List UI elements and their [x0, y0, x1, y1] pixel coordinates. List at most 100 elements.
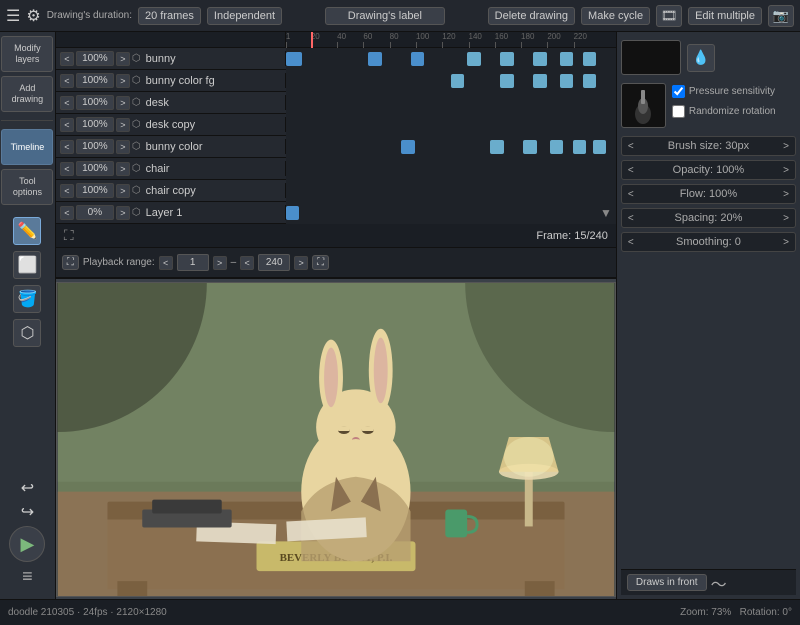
layer-arrow-left[interactable]: < [60, 74, 74, 88]
layer-lock-icon[interactable]: ⬡ [132, 185, 141, 196]
layer-arrow-left[interactable]: < [60, 118, 74, 132]
brush-size-increase[interactable]: > [783, 141, 789, 152]
drawing-label-input[interactable] [325, 7, 445, 25]
playback-expand2-btn[interactable]: ⛶ [312, 255, 329, 270]
layer-arrow-left[interactable]: < [60, 52, 74, 66]
frames-container[interactable] [286, 202, 616, 224]
layer-lock-icon[interactable]: ⬡ [132, 207, 141, 218]
brush-preview-row: Pressure sensitivity Randomize rotation [621, 83, 796, 128]
smoothing-decrease[interactable]: < [628, 237, 634, 248]
frames-container[interactable] [286, 136, 616, 158]
expand-icon[interactable]: ⛶ [64, 227, 74, 244]
film-icon-btn[interactable]: 🎞 [656, 5, 682, 27]
layer-arrow-right[interactable]: > [116, 96, 130, 110]
flow-decrease[interactable]: < [628, 189, 634, 200]
range-end-right[interactable]: > [294, 256, 308, 270]
frame-info: Frame: 15/240 [536, 230, 608, 242]
edit-multiple-btn[interactable]: Edit multiple [688, 7, 762, 25]
frames-container[interactable] [286, 180, 616, 202]
layer-arrow-right[interactable]: > [116, 206, 130, 220]
add-drawing-btn[interactable]: Add drawing [1, 76, 53, 112]
eraser-tool-icon[interactable]: ⬜ [13, 251, 41, 279]
frames-container[interactable] [286, 92, 616, 114]
layer-arrow-left[interactable]: < [60, 140, 74, 154]
center-panel: 120406080100120140160180200220240 < 100%… [56, 32, 616, 599]
wave-icon[interactable]: 〜 [711, 571, 727, 595]
frames-btn[interactable]: 20 frames [138, 7, 201, 25]
layer-name[interactable]: desk copy [143, 119, 281, 131]
spacing-increase[interactable]: > [783, 213, 789, 224]
layer-arrow-right[interactable]: > [116, 52, 130, 66]
layer-name[interactable]: bunny color [143, 141, 281, 153]
camera-icon-btn[interactable]: 📷 [768, 5, 794, 27]
playback-start-input[interactable] [177, 254, 209, 271]
lasso-tool-icon[interactable]: ⬡ [13, 319, 41, 347]
layer-controls: < 100% > ⬡ bunny color fg [56, 73, 286, 88]
layer-name[interactable]: Layer 1 [143, 207, 281, 219]
layer-name[interactable]: bunny [143, 53, 281, 65]
canvas-area[interactable]: BEVERLY BUNNY, P.I. [56, 279, 616, 599]
redo-icon[interactable]: ↪ [21, 502, 34, 522]
canvas-frame: BEVERLY BUNNY, P.I. [56, 282, 616, 597]
timeline-collapse-btn[interactable]: ▼ [600, 206, 612, 220]
pressure-checkbox[interactable] [672, 85, 685, 98]
layers-icon[interactable]: ≡ [22, 566, 33, 587]
settings-icon[interactable]: ⚙ [26, 6, 40, 26]
frames-container[interactable] [286, 158, 616, 180]
flow-row: < Flow: 100% > [621, 184, 796, 204]
eyedropper-btn[interactable]: 💧 [687, 44, 715, 72]
layer-lock-icon[interactable]: ⬡ [132, 163, 141, 174]
layer-controls: < 100% > ⬡ chair copy [56, 183, 286, 198]
layer-arrow-left[interactable]: < [60, 206, 74, 220]
delete-drawing-btn[interactable]: Delete drawing [488, 7, 575, 25]
modify-layers-btn[interactable]: Modify layers [1, 36, 53, 72]
brush-size-decrease[interactable]: < [628, 141, 634, 152]
timeline-tab[interactable]: Timeline [1, 129, 53, 165]
flow-increase[interactable]: > [783, 189, 789, 200]
smoothing-increase[interactable]: > [783, 237, 789, 248]
layer-lock-icon[interactable]: ⬡ [132, 53, 141, 64]
layer-lock-icon[interactable]: ⬡ [132, 119, 141, 130]
layer-arrow-right[interactable]: > [116, 162, 130, 176]
layer-name[interactable]: bunny color fg [143, 75, 281, 87]
layer-arrow-left[interactable]: < [60, 184, 74, 198]
layer-arrow-left[interactable]: < [60, 96, 74, 110]
layer-arrow-right[interactable]: > [116, 74, 130, 88]
layer-arrow-left[interactable]: < [60, 162, 74, 176]
frames-container[interactable] [286, 114, 616, 136]
timeline-area: 120406080100120140160180200220240 < 100%… [56, 32, 616, 279]
undo-icon[interactable]: ↩ [21, 478, 34, 498]
layer-lock-icon[interactable]: ⬡ [132, 75, 141, 86]
layer-name[interactable]: chair copy [143, 185, 281, 197]
randomize-checkbox[interactable] [672, 105, 685, 118]
range-start-left[interactable]: < [159, 256, 173, 270]
layer-name[interactable]: chair [143, 163, 281, 175]
spacing-decrease[interactable]: < [628, 213, 634, 224]
spacing-row: < Spacing: 20% > [621, 208, 796, 228]
zoom-info: Zoom: 73% Rotation: 0° [680, 607, 792, 618]
opacity-increase[interactable]: > [783, 165, 789, 176]
opacity-decrease[interactable]: < [628, 165, 634, 176]
draws-in-front-btn[interactable]: Draws in front [627, 574, 707, 591]
color-swatch[interactable] [621, 40, 681, 75]
timeline-layers: < 100% > ⬡ bunny [56, 48, 616, 224]
brush-tool-icon[interactable]: ✏️ [13, 217, 41, 245]
independent-btn[interactable]: Independent [207, 7, 282, 25]
range-end-left[interactable]: < [240, 256, 254, 270]
playback-expand-btn[interactable]: ⛶ [62, 255, 79, 270]
layer-arrow-right[interactable]: > [116, 118, 130, 132]
frames-container[interactable] [286, 48, 616, 70]
frames-container[interactable] [286, 70, 616, 92]
tool-options-tab[interactable]: Tool options [1, 169, 53, 205]
play-button[interactable]: ▶ [9, 526, 45, 562]
layer-arrow-right[interactable]: > [116, 184, 130, 198]
layer-name[interactable]: desk [143, 97, 281, 109]
playback-end-input[interactable] [258, 254, 290, 271]
layer-lock-icon[interactable]: ⬡ [132, 141, 141, 152]
hamburger-icon[interactable]: ☰ [6, 6, 20, 26]
make-cycle-btn[interactable]: Make cycle [581, 7, 650, 25]
bucket-tool-icon[interactable]: 🪣 [13, 285, 41, 313]
layer-lock-icon[interactable]: ⬡ [132, 97, 141, 108]
range-start-right[interactable]: > [213, 256, 227, 270]
layer-arrow-right[interactable]: > [116, 140, 130, 154]
